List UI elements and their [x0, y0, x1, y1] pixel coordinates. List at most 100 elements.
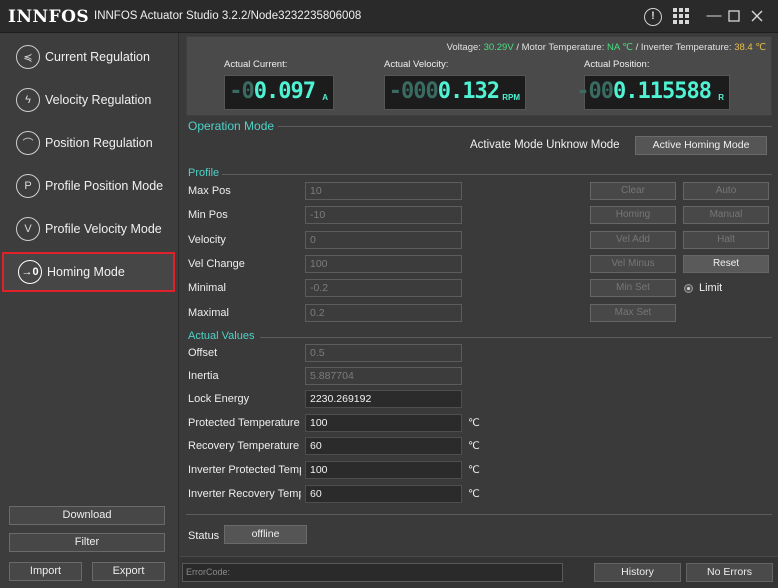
actual-current-display: -00.097 A: [224, 75, 334, 110]
offset-field[interactable]: 0.5: [305, 344, 462, 362]
auto-button[interactable]: Auto: [683, 182, 769, 200]
inertia-field[interactable]: 5.887704: [305, 367, 462, 385]
limit-indicator-icon: [684, 283, 693, 293]
homing-button[interactable]: Homing: [590, 206, 676, 224]
sidebar-item-current-regulation[interactable]: ≼ Current Regulation: [2, 37, 175, 77]
offset-label: Offset: [188, 347, 218, 359]
current-unit: A: [322, 93, 328, 102]
temperature-unit: ℃: [468, 440, 480, 452]
bottom-bar: ErrorCode: History No Errors: [180, 556, 778, 588]
sidebar-item-label: Position Regulation: [45, 136, 153, 150]
active-homing-mode-button[interactable]: Active Homing Mode: [635, 136, 767, 155]
info-icon[interactable]: !: [644, 8, 662, 26]
max-pos-field[interactable]: 10: [305, 182, 462, 200]
motor-temp-label: / Motor Temperature:: [516, 42, 605, 53]
status-label: Status: [188, 530, 220, 542]
actual-values-title: Actual Values: [188, 330, 255, 342]
limit-toggle[interactable]: Limit: [684, 282, 722, 294]
main-panel: Voltage: 30.29V / Motor Temperature: NA …: [180, 33, 778, 588]
maximize-icon[interactable]: [723, 5, 745, 27]
motor-temp-value: NA ℃: [606, 42, 633, 53]
sidebar-item-profile-position-mode[interactable]: P Profile Position Mode: [2, 166, 175, 206]
max-set-button[interactable]: Max Set: [590, 304, 676, 322]
section-divider: [278, 126, 772, 127]
velocity-label: Velocity: [188, 234, 226, 246]
position-unit: R: [718, 93, 724, 102]
velocity-dim-digits: -000: [388, 79, 439, 104]
history-button[interactable]: History: [594, 563, 681, 582]
sidebar-item-label: Profile Velocity Mode: [45, 222, 162, 236]
position-dim-digits: -00: [576, 79, 614, 104]
sidebar-item-label: Velocity Regulation: [45, 93, 152, 107]
inverter-temp-value: 38.4 ℃: [734, 42, 766, 53]
connection-status-button[interactable]: offline: [224, 525, 307, 544]
current-dim-digits: -0: [229, 79, 254, 104]
inverter-protected-temperature-field[interactable]: 100: [305, 461, 462, 479]
actual-velocity-display: -0000.132 RPM: [384, 75, 526, 110]
grid-icon[interactable]: [670, 5, 692, 27]
protected-temperature-label: Protected Temperature: [188, 417, 300, 429]
sidebar-item-velocity-regulation[interactable]: ϟ Velocity Regulation: [2, 80, 175, 120]
actual-position-value: -000.115588: [576, 79, 712, 104]
maximal-label: Maximal: [188, 307, 229, 319]
protected-temperature-field[interactable]: 100: [305, 414, 462, 432]
window-title: INNFOS Actuator Studio 3.2.2/Node3232235…: [94, 10, 362, 22]
min-pos-field[interactable]: -10: [305, 206, 462, 224]
inertia-label: Inertia: [188, 370, 219, 382]
sidebar-item-label: Profile Position Mode: [45, 179, 164, 193]
sidebar-item-homing-mode[interactable]: →0 Homing Mode: [2, 252, 175, 292]
minimal-field[interactable]: -0.2: [305, 279, 462, 297]
actual-velocity-label: Actual Velocity:: [384, 59, 449, 70]
voltage-value: 30.29V: [483, 42, 514, 53]
min-set-button[interactable]: Min Set: [590, 279, 676, 297]
section-divider: [260, 337, 772, 338]
profile-velocity-icon: V: [16, 217, 40, 241]
halt-button[interactable]: Halt: [683, 231, 769, 249]
filter-button[interactable]: Filter: [9, 533, 165, 552]
download-button[interactable]: Download: [9, 506, 165, 525]
actual-current-label: Actual Current:: [224, 59, 288, 70]
minimize-icon[interactable]: —: [703, 5, 725, 27]
inverter-temp-label: / Inverter Temperature:: [635, 42, 732, 53]
no-errors-button[interactable]: No Errors: [686, 563, 773, 582]
velocity-field[interactable]: 0: [305, 231, 462, 249]
maximal-field[interactable]: 0.2: [305, 304, 462, 322]
mode-sidebar: ≼ Current Regulation ϟ Velocity Regulati…: [0, 33, 179, 588]
position-icon: ⌒: [16, 131, 40, 155]
sidebar-item-label: Current Regulation: [45, 50, 150, 64]
minimal-label: Minimal: [188, 282, 226, 294]
sidebar-item-position-regulation[interactable]: ⌒ Position Regulation: [2, 123, 175, 163]
app-logo: INNFOS: [8, 7, 90, 27]
recovery-temperature-label: Recovery Temperature: [188, 440, 300, 452]
vel-change-label: Vel Change: [188, 258, 245, 270]
inverter-protected-temperature-label: Inverter Protected Temperature: [188, 464, 301, 476]
recovery-temperature-field[interactable]: 60: [305, 437, 462, 455]
error-code-field[interactable]: ErrorCode:: [182, 563, 563, 582]
inverter-recovery-temperature-field[interactable]: 60: [305, 485, 462, 503]
vel-change-field[interactable]: 100: [305, 255, 462, 273]
profile-position-icon: P: [16, 174, 40, 198]
export-button[interactable]: Export: [92, 562, 165, 581]
temperature-unit: ℃: [468, 464, 480, 476]
section-divider: [222, 174, 772, 175]
clear-button[interactable]: Clear: [590, 182, 676, 200]
close-icon[interactable]: [746, 5, 768, 27]
lock-energy-field[interactable]: 2230.269192: [305, 390, 462, 408]
vel-add-button[interactable]: Vel Add: [590, 231, 676, 249]
velocity-lit-digits: 0.132: [437, 79, 500, 104]
actual-velocity-value: -0000.132: [388, 79, 500, 104]
inverter-recovery-temperature-label: Inverter Recovery Temperature: [188, 488, 301, 500]
telemetry-panel: Voltage: 30.29V / Motor Temperature: NA …: [186, 36, 772, 116]
actual-position-label: Actual Position:: [584, 59, 650, 70]
sidebar-item-profile-velocity-mode[interactable]: V Profile Velocity Mode: [2, 209, 175, 249]
current-icon: ≼: [16, 45, 40, 69]
title-bar: INNFOS INNFOS Actuator Studio 3.2.2/Node…: [0, 0, 778, 33]
velocity-icon: ϟ: [16, 88, 40, 112]
manual-button[interactable]: Manual: [683, 206, 769, 224]
import-button[interactable]: Import: [9, 562, 82, 581]
reset-button[interactable]: Reset: [683, 255, 769, 273]
temperature-unit: ℃: [468, 488, 480, 500]
vel-minus-button[interactable]: Vel Minus: [590, 255, 676, 273]
homing-icon: →0: [18, 260, 42, 284]
activate-mode-text: Activate Mode Unknow Mode: [470, 139, 620, 151]
